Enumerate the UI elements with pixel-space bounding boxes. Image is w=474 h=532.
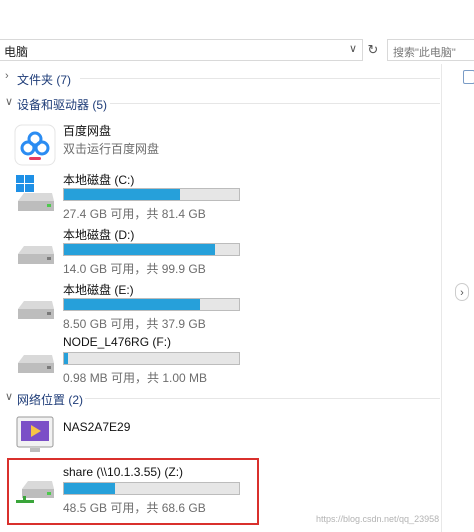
section-label: 网络位置 (2)	[17, 393, 84, 407]
divider	[85, 398, 440, 399]
drive-icon	[14, 283, 56, 325]
usage-bar	[63, 298, 240, 311]
search-input[interactable]: 搜索"此电脑"	[387, 39, 474, 61]
usage-bar	[63, 243, 240, 256]
usage-bar-fill	[64, 353, 68, 364]
device-name: 本地磁盘 (C:)	[63, 173, 135, 187]
divider	[110, 103, 440, 104]
chevron-down-icon[interactable]: ∨	[5, 95, 13, 108]
divider	[80, 78, 440, 79]
device-name: NODE_L476RG (F:)	[63, 335, 172, 349]
drive-icon	[14, 228, 56, 270]
chevron-down-icon[interactable]: ∨	[5, 390, 13, 403]
device-name: 本地磁盘 (E:)	[63, 283, 134, 297]
chevron-right-icon[interactable]: ›	[5, 70, 9, 82]
details-pane-icon[interactable]	[463, 70, 474, 84]
address-dropdown-icon[interactable]: ∨	[349, 42, 357, 55]
section-devices[interactable]: ∨ 设备和驱动器 (5)	[0, 92, 440, 114]
chevron-right-icon[interactable]: ›	[455, 283, 469, 301]
section-network[interactable]: ∨ 网络位置 (2)	[0, 387, 440, 409]
usage-bar	[63, 352, 240, 365]
baidu-netdisk-icon	[14, 124, 56, 166]
path-chevron-icon[interactable]: ›	[20, 41, 24, 56]
section-folders[interactable]: › 文件夹 (7)	[0, 67, 440, 89]
device-sizes: 14.0 GB 可用，共 99.9 GB	[63, 262, 206, 276]
address-bar-row: 电脑 › ∨ ↻ 搜索"此电脑"	[0, 36, 474, 64]
address-path[interactable]: 电脑	[4, 43, 28, 60]
device-sizes: 27.4 GB 可用，共 81.4 GB	[63, 207, 206, 221]
network-location-name: NAS2A7E29	[63, 420, 131, 434]
usage-bar	[63, 188, 240, 201]
address-bar[interactable]: 电脑 › ∨	[0, 39, 363, 61]
usage-bar-fill	[64, 189, 181, 200]
device-sizes: 0.98 MB 可用，共 1.00 MB	[63, 371, 208, 385]
device-drive-f[interactable]: NODE_L476RG (F:) 0.98 MB 可用，共 1.00 MB	[10, 335, 260, 385]
section-label: 文件夹 (7)	[17, 73, 72, 87]
device-name: 本地磁盘 (D:)	[63, 228, 135, 242]
device-sizes: 8.50 GB 可用，共 37.9 GB	[63, 317, 206, 331]
device-drive-c[interactable]: 本地磁盘 (C:) 27.4 GB 可用，共 81.4 GB	[10, 171, 260, 221]
highlight-box	[7, 458, 259, 525]
search-placeholder: 搜索"此电脑"	[393, 47, 456, 59]
usage-bar-fill	[64, 244, 215, 255]
section-label: 设备和驱动器 (5)	[17, 98, 108, 112]
drive-icon	[14, 337, 56, 379]
network-location-nas[interactable]: NAS2A7E29	[10, 412, 260, 462]
usage-bar-fill	[64, 299, 200, 310]
device-drive-e[interactable]: 本地磁盘 (E:) 8.50 GB 可用，共 37.9 GB	[10, 281, 260, 331]
device-name: 百度网盘	[63, 124, 112, 138]
device-baidu-netdisk[interactable]: 百度网盘 双击运行百度网盘	[10, 122, 260, 172]
device-subtitle: 双击运行百度网盘	[63, 142, 160, 156]
refresh-icon[interactable]: ↻	[364, 40, 382, 60]
media-server-icon	[14, 414, 56, 456]
watermark: https://blog.csdn.net/qq_23958	[316, 514, 440, 524]
pane-divider	[441, 64, 442, 532]
windows-drive-icon	[14, 173, 56, 215]
device-drive-d[interactable]: 本地磁盘 (D:) 14.0 GB 可用，共 99.9 GB	[10, 226, 260, 276]
